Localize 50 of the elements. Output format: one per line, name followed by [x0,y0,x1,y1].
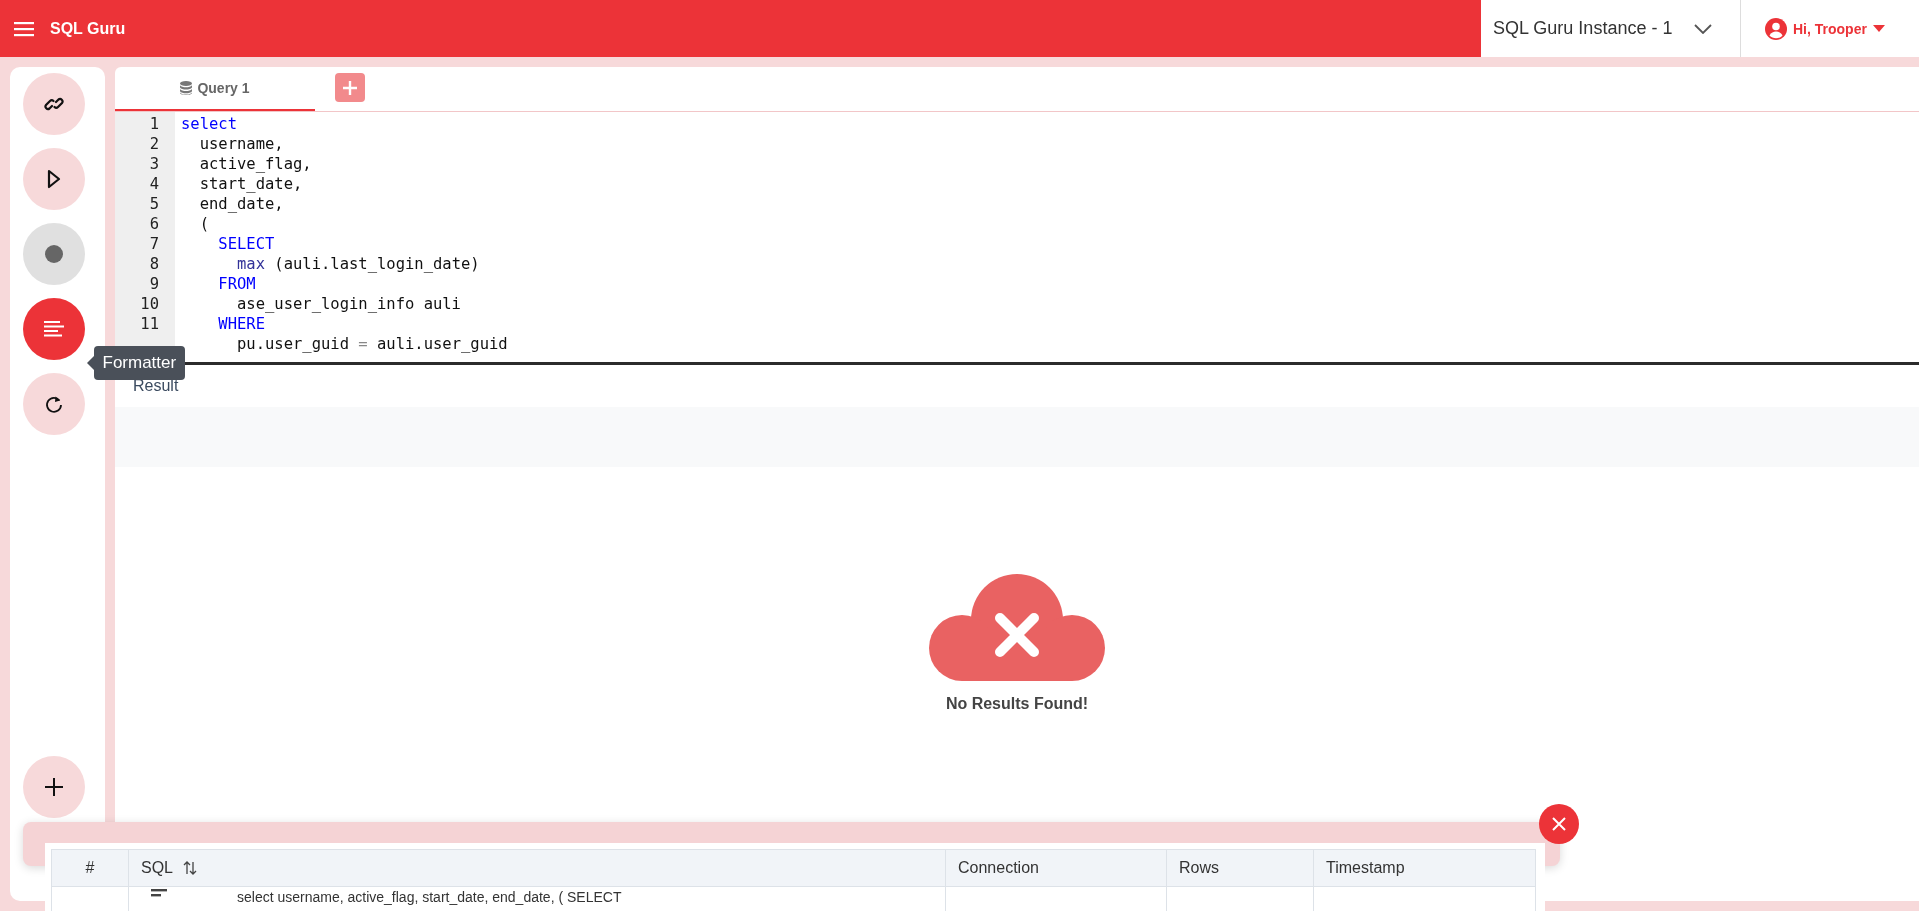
app-title: SQL Guru [50,19,126,38]
align-left-icon [43,321,64,337]
database-icon [180,81,193,95]
line-number: 1 [148,114,160,134]
line-number: 11 [139,314,160,334]
chevron-down-icon [1694,23,1713,34]
column-header[interactable]: SQL [128,849,946,887]
line-number: 9 [148,274,160,294]
menu-icon[interactable] [14,20,34,37]
empty-message: No Results Found! [945,695,1089,713]
line-number: 2 [148,134,160,154]
code-line: select [181,114,238,134]
line-number: 3 [148,154,160,174]
close-icon [1551,816,1567,832]
play-icon [46,169,61,189]
user-menu[interactable]: Hi, Trooper [1741,0,1919,57]
tooltip-pointer-icon [86,356,94,370]
refresh-icon [43,394,64,414]
plus-icon [43,777,64,797]
line-number: 8 [148,254,160,274]
code-line: ase_user_login_info auli [236,294,462,314]
line-number: 7 [148,234,160,254]
column-header[interactable]: Connection [945,849,1167,887]
add-tab-button[interactable] [335,73,365,102]
user-avatar-icon [1765,17,1787,40]
sort-icon [183,861,197,875]
instance-dropdown[interactable]: SQL Guru Instance - 1 [1481,0,1741,57]
code-line: end_date, [198,194,285,214]
caret-icon [1872,25,1885,32]
stop-icon [43,244,64,264]
code-line: pu.user_guid = auli.user_guid [236,334,508,354]
code-line: FROM [217,274,257,294]
code-line: username, [198,134,285,154]
code-line: WHERE [217,314,266,334]
code-line: active_flag, [198,154,313,174]
plus-icon [343,80,357,95]
line-number: 6 [148,214,160,234]
code-line: ( [198,214,210,234]
column-header[interactable]: # [51,849,129,887]
line-number: 10 [139,294,160,314]
table-cell: select username, active_flag, start_date, end_date, ( SELECT [237,889,622,905]
column-header[interactable]: Timestamp [1313,849,1536,887]
line-number: 4 [148,174,160,194]
code-line: max (auli.last_login_date) [236,254,481,274]
column-header[interactable]: Rows [1166,849,1314,887]
line-number: 5 [148,194,160,214]
tooltip: Formatter [86,346,186,380]
cloud-error-icon [929,573,1105,681]
code-line: SELECT [217,234,276,254]
code-line: start_date, [198,174,304,194]
